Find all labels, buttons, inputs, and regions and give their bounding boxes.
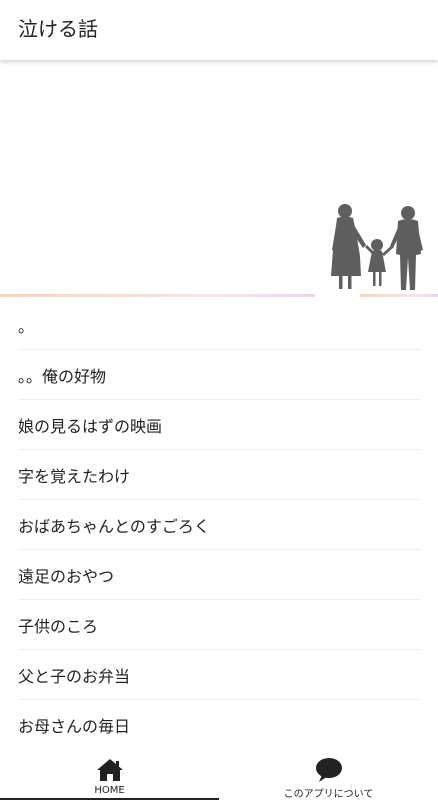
story-list-item[interactable]: 字を覚えたわけ (18, 450, 420, 500)
header-banner (0, 60, 438, 300)
nav-about-label: このアプリについて (283, 789, 374, 800)
nav-home-tab[interactable]: HOME (0, 748, 219, 800)
home-icon (95, 756, 125, 784)
story-list-item[interactable]: おばあちゃんとのすごろく (18, 500, 420, 550)
story-list-item[interactable]: お母さんの毎日 (18, 700, 420, 750)
nav-about-tab[interactable]: このアプリについて (219, 748, 438, 800)
story-list: 。 。。俺の好物 娘の見るはずの映画 字を覚えたわけ おばあちゃんとのすごろく … (0, 300, 438, 750)
story-list-item[interactable]: 遠足のおやつ (18, 550, 420, 600)
story-list-item[interactable]: 。 (18, 300, 420, 350)
story-list-item[interactable]: 娘の見るはずの映画 (18, 400, 420, 450)
story-list-item[interactable]: 父と子のお弁当 (18, 650, 420, 700)
nav-home-label: HOME (94, 785, 125, 796)
bottom-nav: HOME このアプリについて (0, 748, 438, 800)
story-list-item[interactable]: 子供のころ (18, 600, 420, 650)
app-title: 泣ける話 (18, 17, 98, 41)
story-list-item[interactable]: 。。俺の好物 (18, 350, 420, 400)
family-silhouette-icon (0, 204, 438, 297)
speech-bubble-icon (314, 756, 344, 784)
app-bar: 泣ける話 (0, 0, 438, 60)
